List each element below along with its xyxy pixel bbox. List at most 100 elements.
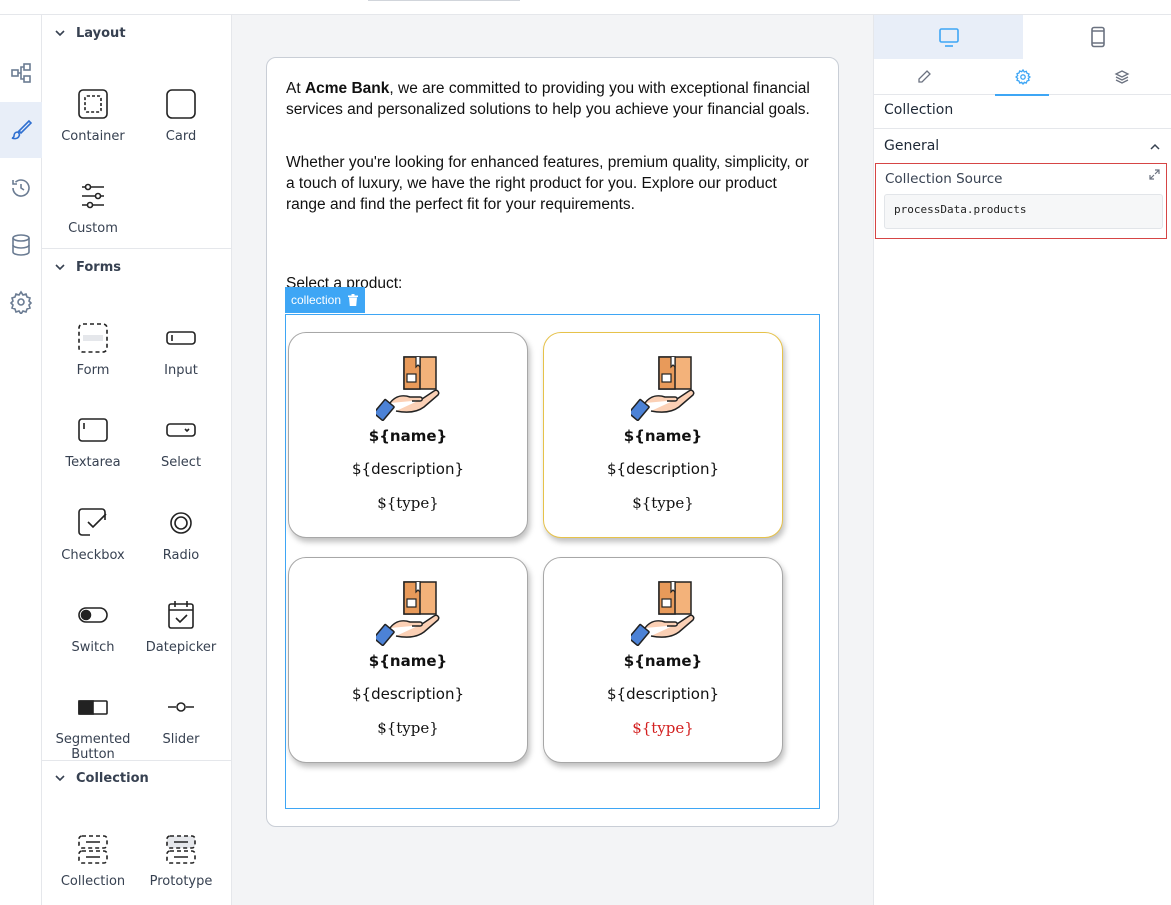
component-label: Prototype bbox=[149, 874, 213, 889]
package-hand-icon bbox=[631, 581, 695, 646]
mobile-view-tab[interactable] bbox=[1023, 15, 1171, 59]
component-form[interactable]: Form bbox=[49, 321, 137, 378]
section-layout-title: Layout bbox=[76, 25, 126, 41]
products-paragraph: Whether you're looking for enhanced feat… bbox=[286, 154, 809, 213]
process-flow-button[interactable] bbox=[0, 45, 42, 101]
chevron-up-icon[interactable] bbox=[1149, 141, 1161, 153]
component-label: Switch bbox=[71, 640, 115, 655]
settings-tab[interactable] bbox=[973, 59, 1072, 96]
section-collection[interactable]: Collection bbox=[42, 760, 231, 796]
package-hand-icon bbox=[376, 581, 440, 646]
component-card[interactable]: Card bbox=[137, 87, 225, 144]
intro-prefix: At bbox=[286, 80, 305, 97]
calendar-icon bbox=[168, 601, 194, 629]
process-flow-icon bbox=[11, 63, 31, 83]
layers-icon bbox=[1114, 70, 1129, 84]
component-select[interactable]: Select bbox=[137, 413, 225, 470]
component-label: Input bbox=[164, 363, 198, 378]
component-checkbox[interactable]: Checkbox bbox=[49, 506, 137, 563]
product-description: ${description} bbox=[606, 685, 720, 703]
icon-rail bbox=[0, 15, 42, 905]
edit-tab[interactable] bbox=[874, 59, 973, 95]
component-label: Radio bbox=[162, 548, 200, 563]
collection-tag[interactable]: collection bbox=[285, 287, 366, 313]
product-card[interactable]: ${name} ${description} ${type} bbox=[288, 557, 528, 763]
product-description: ${description} bbox=[351, 460, 465, 478]
design-button[interactable] bbox=[0, 102, 42, 158]
component-textarea[interactable]: Textarea bbox=[49, 413, 137, 470]
bank-name: Acme Bank bbox=[304, 80, 390, 97]
collection-container[interactable]: ${name} ${description} ${type} ${name} $… bbox=[285, 314, 820, 809]
components-panel: Layout Container Card Custom Forms Form … bbox=[42, 15, 232, 905]
product-type: ${type} bbox=[632, 494, 694, 512]
canvas-page: At Acme Bank, we are committed to provid… bbox=[266, 57, 839, 827]
component-label: Card bbox=[165, 129, 197, 144]
component-switch[interactable]: Switch bbox=[49, 598, 137, 655]
section-forms-title: Forms bbox=[76, 259, 121, 275]
expand-icon[interactable] bbox=[1149, 169, 1160, 180]
product-card[interactable]: ${name} ${description} ${type} bbox=[288, 332, 528, 538]
product-card-selected[interactable]: ${name} ${description} ${type} bbox=[543, 332, 783, 538]
divider bbox=[874, 128, 1171, 129]
sliders-icon bbox=[82, 183, 104, 209]
segmented-button-icon bbox=[78, 700, 108, 715]
component-custom[interactable]: Custom bbox=[49, 179, 137, 236]
collection-tag-label: collection bbox=[291, 293, 342, 307]
radio-icon bbox=[170, 512, 192, 534]
product-name: ${name} bbox=[623, 427, 703, 445]
database-button[interactable] bbox=[0, 217, 42, 273]
form-icon bbox=[78, 323, 108, 353]
component-radio[interactable]: Radio bbox=[137, 506, 225, 563]
component-label: Form bbox=[76, 363, 110, 378]
mobile-icon bbox=[1090, 26, 1105, 48]
section-layout[interactable]: Layout bbox=[42, 15, 231, 51]
component-segmented-button[interactable]: Segmented Button bbox=[49, 690, 137, 762]
component-datepicker[interactable]: Datepicker bbox=[137, 598, 225, 655]
component-label: Textarea bbox=[65, 455, 121, 470]
device-tabs bbox=[874, 15, 1171, 59]
component-label: Datepicker bbox=[145, 640, 217, 655]
component-prototype[interactable]: Prototype bbox=[137, 832, 225, 889]
component-container[interactable]: Container bbox=[49, 87, 137, 144]
container-icon bbox=[78, 89, 108, 119]
component-label: Checkbox bbox=[61, 548, 125, 563]
component-label: Collection bbox=[60, 874, 126, 889]
component-label: Slider bbox=[162, 732, 200, 747]
history-button[interactable] bbox=[0, 160, 42, 216]
component-label: Select bbox=[160, 455, 202, 470]
chevron-down-icon bbox=[55, 30, 65, 37]
package-hand-icon bbox=[376, 356, 440, 421]
product-card[interactable]: ${name} ${description} ${type} bbox=[543, 557, 783, 763]
component-slider[interactable]: Slider bbox=[137, 690, 225, 747]
product-type: ${type} bbox=[377, 494, 439, 512]
mode-tabs bbox=[874, 59, 1171, 96]
product-type: ${type} bbox=[377, 719, 439, 737]
chevron-down-icon bbox=[55, 775, 65, 782]
tab-hint bbox=[368, 0, 520, 1]
product-name: ${name} bbox=[623, 652, 703, 670]
component-label: Container bbox=[61, 129, 125, 144]
top-bar bbox=[0, 0, 1171, 15]
textarea-icon bbox=[78, 418, 108, 442]
component-input[interactable]: Input bbox=[137, 321, 225, 378]
layers-tab[interactable] bbox=[1072, 59, 1171, 95]
collection-source-input[interactable]: processData.products bbox=[884, 194, 1163, 229]
trash-icon[interactable] bbox=[347, 294, 359, 306]
history-icon bbox=[12, 179, 30, 197]
card-icon bbox=[166, 89, 196, 119]
chevron-down-icon bbox=[55, 264, 65, 271]
component-collection[interactable]: Collection bbox=[49, 832, 137, 889]
product-type: ${type} bbox=[632, 719, 694, 737]
component-label: Custom bbox=[68, 221, 118, 236]
desktop-view-tab[interactable] bbox=[874, 15, 1023, 59]
collection-source-label: Collection Source bbox=[885, 171, 1003, 187]
settings-button[interactable] bbox=[0, 274, 42, 330]
component-title: Collection bbox=[884, 102, 954, 118]
properties-panel: Collection General Collection Source pro… bbox=[873, 15, 1171, 905]
desktop-icon bbox=[938, 28, 959, 47]
pencil-icon bbox=[917, 70, 931, 83]
section-forms[interactable]: Forms bbox=[42, 249, 231, 285]
general-section-title[interactable]: General bbox=[884, 138, 939, 154]
prototype-icon bbox=[166, 835, 196, 864]
input-icon bbox=[166, 331, 196, 345]
